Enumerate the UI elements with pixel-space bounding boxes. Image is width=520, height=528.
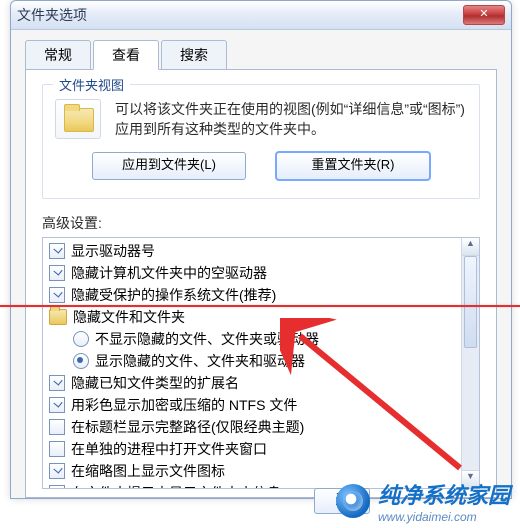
window-title: 文件夹选项 bbox=[17, 5, 87, 25]
checkbox-icon[interactable] bbox=[49, 243, 65, 259]
folder-view-description: 可以将该文件夹正在使用的视图(例如“详细信息”或“图标”)应用到所有这种类型的文… bbox=[115, 99, 467, 140]
tab-general[interactable]: 常规 bbox=[25, 40, 91, 70]
checkbox-icon[interactable] bbox=[49, 441, 65, 457]
tree-item[interactable]: 隐藏受保护的操作系统文件(推荐) bbox=[49, 284, 460, 306]
title-bar[interactable]: 文件夹选项 ✕ bbox=[11, 1, 511, 30]
watermark-url: www.yidaimei.com bbox=[378, 510, 510, 524]
tree-item[interactable]: 隐藏计算机文件夹中的空驱动器 bbox=[49, 262, 460, 284]
folder-view-legend: 文件夹视图 bbox=[53, 75, 130, 94]
tree-item[interactable]: 显示驱动器号 bbox=[49, 240, 460, 262]
folder-view-group: 文件夹视图 可以将该文件夹正在使用的视图(例如“详细信息”或“图标”)应用到所有… bbox=[42, 84, 480, 199]
watermark: 纯净系统家园 www.yidaimei.com bbox=[336, 478, 510, 524]
advanced-settings-label: 高级设置: bbox=[42, 213, 480, 233]
checkbox-icon[interactable] bbox=[49, 485, 65, 488]
tab-strip: 常规 查看 搜索 bbox=[25, 40, 497, 70]
checkbox-icon[interactable] bbox=[49, 463, 65, 479]
checkbox-icon[interactable] bbox=[49, 397, 65, 413]
checkbox-icon[interactable] bbox=[49, 375, 65, 391]
apply-to-folders-button[interactable]: 应用到文件夹(L) bbox=[92, 152, 246, 180]
watermark-brand: 纯净系统家园 bbox=[378, 478, 510, 510]
checkbox-icon[interactable] bbox=[49, 419, 65, 435]
watermark-logo-icon bbox=[336, 484, 370, 518]
annotation-red-line bbox=[0, 305, 520, 307]
folder-icon bbox=[55, 99, 101, 139]
tab-view[interactable]: 查看 bbox=[93, 40, 159, 70]
checkbox-icon[interactable] bbox=[49, 265, 65, 281]
checkbox-icon[interactable] bbox=[49, 287, 65, 303]
scroll-up-button[interactable]: ▲ bbox=[462, 238, 479, 256]
radio-icon[interactable] bbox=[73, 331, 89, 347]
annotation-arrow-icon bbox=[280, 318, 480, 478]
reset-folders-button[interactable]: 重置文件夹(R) bbox=[276, 152, 430, 180]
close-button[interactable]: ✕ bbox=[463, 5, 505, 25]
radio-icon[interactable] bbox=[73, 353, 89, 369]
folder-icon bbox=[49, 309, 67, 325]
tab-search[interactable]: 搜索 bbox=[161, 40, 227, 70]
